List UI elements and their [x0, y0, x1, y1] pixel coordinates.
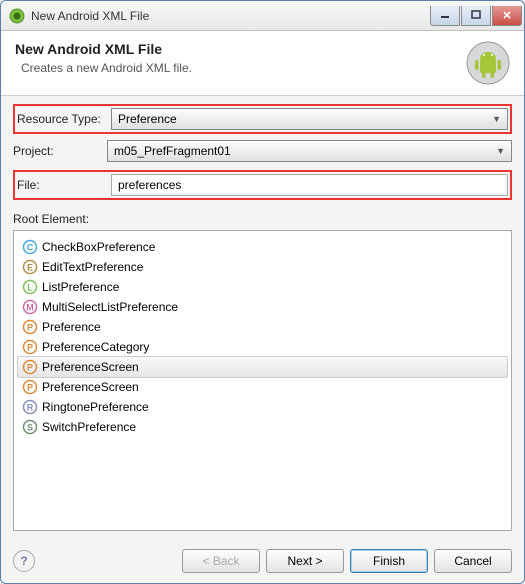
project-label: Project: — [13, 144, 107, 158]
list-item[interactable]: P PreferenceCategory — [18, 337, 507, 357]
button-bar: ? < Back Next > Finish Cancel — [1, 539, 524, 583]
element-letter-icon: P — [22, 319, 38, 335]
next-button[interactable]: Next > — [266, 549, 344, 573]
list-item-label: CheckBoxPreference — [42, 240, 155, 254]
element-letter-icon: C — [22, 239, 38, 255]
svg-text:P: P — [27, 343, 33, 353]
highlight-resource-type: Resource Type: Preference ▼ — [13, 104, 512, 134]
chevron-down-icon: ▼ — [492, 114, 501, 124]
file-input[interactable] — [111, 174, 508, 196]
help-button[interactable]: ? — [13, 550, 35, 572]
maximize-button[interactable] — [461, 6, 491, 26]
back-button[interactable]: < Back — [182, 549, 260, 573]
cancel-button[interactable]: Cancel — [434, 549, 512, 573]
resource-type-select[interactable]: Preference ▼ — [111, 108, 508, 130]
svg-text:P: P — [27, 363, 33, 373]
titlebar: New Android XML File — [1, 1, 524, 31]
list-item-label: PreferenceScreen — [42, 380, 139, 394]
highlight-file: File: — [13, 170, 512, 200]
list-item-label: MultiSelectListPreference — [42, 300, 178, 314]
svg-text:S: S — [27, 423, 33, 433]
element-letter-icon: M — [22, 299, 38, 315]
project-value: m05_PrefFragment01 — [114, 144, 231, 158]
element-letter-icon: E — [22, 259, 38, 275]
resource-type-label: Resource Type: — [17, 112, 111, 126]
list-item-label: ListPreference — [42, 280, 119, 294]
android-icon — [466, 41, 510, 85]
element-letter-icon: P — [22, 339, 38, 355]
list-item-label: EditTextPreference — [42, 260, 143, 274]
list-item[interactable]: P PreferenceScreen — [17, 356, 508, 378]
list-item[interactable]: C CheckBoxPreference — [18, 237, 507, 257]
finish-button[interactable]: Finish — [350, 549, 428, 573]
list-item-label: Preference — [42, 320, 101, 334]
element-letter-icon: R — [22, 399, 38, 415]
element-letter-icon: P — [22, 379, 38, 395]
svg-text:R: R — [27, 403, 34, 413]
element-letter-icon: P — [22, 359, 38, 375]
list-item[interactable]: P Preference — [18, 317, 507, 337]
list-item[interactable]: L ListPreference — [18, 277, 507, 297]
svg-text:E: E — [27, 263, 33, 273]
banner-title: New Android XML File — [15, 41, 458, 57]
dialog-banner: New Android XML File Creates a new Andro… — [1, 31, 524, 96]
svg-text:L: L — [27, 283, 33, 293]
window-title: New Android XML File — [31, 9, 430, 23]
list-item-label: RingtonePreference — [42, 400, 149, 414]
list-item-label: PreferenceCategory — [42, 340, 149, 354]
element-letter-icon: S — [22, 419, 38, 435]
root-element-label: Root Element: — [13, 212, 512, 226]
list-item[interactable]: M MultiSelectListPreference — [18, 297, 507, 317]
element-letter-icon: L — [22, 279, 38, 295]
svg-text:M: M — [26, 303, 34, 313]
close-button[interactable] — [492, 6, 522, 26]
list-item[interactable]: S SwitchPreference — [18, 417, 507, 437]
svg-text:P: P — [27, 323, 33, 333]
list-item[interactable]: P PreferenceScreen — [18, 377, 507, 397]
resource-type-value: Preference — [118, 112, 177, 126]
svg-text:P: P — [27, 383, 33, 393]
root-element-list[interactable]: C CheckBoxPreference E EditTextPreference LL… — [13, 230, 512, 531]
list-item[interactable]: E EditTextPreference — [18, 257, 507, 277]
banner-subtitle: Creates a new Android XML file. — [15, 61, 458, 75]
svg-text:C: C — [27, 243, 34, 253]
list-item-label: PreferenceScreen — [42, 360, 139, 374]
project-select[interactable]: m05_PrefFragment01 ▼ — [107, 140, 512, 162]
list-item[interactable]: R RingtonePreference — [18, 397, 507, 417]
list-item-label: SwitchPreference — [42, 420, 136, 434]
chevron-down-icon: ▼ — [496, 146, 505, 156]
minimize-button[interactable] — [430, 6, 460, 26]
file-label: File: — [17, 178, 111, 192]
app-icon — [9, 8, 25, 24]
